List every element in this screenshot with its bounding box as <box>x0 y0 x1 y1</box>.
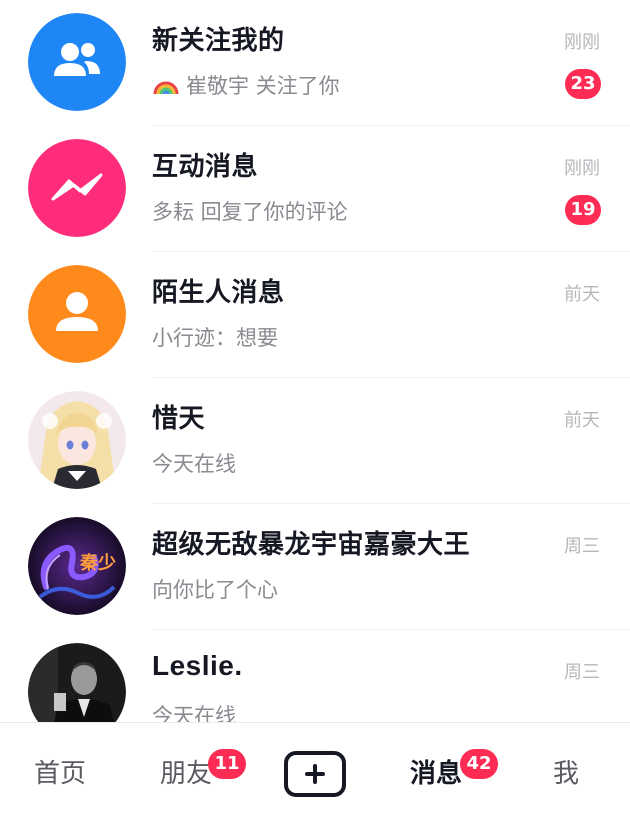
tab-home[interactable]: 首页 <box>34 753 86 790</box>
conversation-time: 刚刚 <box>564 32 600 53</box>
interactions-avatar <box>28 139 126 237</box>
friends-badge: 11 <box>208 749 246 779</box>
bottom-tab-bar: 首页 朋友 11 消息 42 我 <box>0 722 630 839</box>
user-avatar[interactable]: 秦少 <box>28 517 126 615</box>
tab-me[interactable]: 我 <box>553 753 579 790</box>
conversation-time: 刚刚 <box>564 158 600 179</box>
preview-text: 崔敬宇 关注了你 <box>186 74 340 98</box>
conversation-preview: 多耘 回复了你的评论 <box>152 200 348 224</box>
conversation-stranger-messages[interactable]: 陌生人消息 小行迹：想要 前天 <box>0 252 630 378</box>
dragon-avatar-icon: 秦少 <box>28 517 126 615</box>
person-icon <box>28 265 126 363</box>
photo-avatar-icon <box>28 643 126 722</box>
conversation-new-followers[interactable]: 新关注我的 崔敬宇 关注了你 刚刚 23 <box>0 0 630 126</box>
conversation-leslie[interactable]: Leslie. 今天在线 周三 <box>0 630 630 722</box>
conversation-preview: 今天在线 <box>152 452 236 476</box>
conversation-title: 超级无敌暴龙宇宙嘉豪大王 <box>152 530 471 560</box>
conversation-preview: 向你比了个心 <box>152 578 278 602</box>
new-followers-avatar <box>28 13 126 111</box>
users-icon <box>28 13 126 111</box>
conversation-time: 周三 <box>564 536 600 557</box>
conversation-time: 前天 <box>564 410 600 431</box>
tab-friends[interactable]: 朋友 <box>160 753 212 790</box>
conversation-title: 互动消息 <box>152 152 259 182</box>
user-avatar[interactable] <box>28 391 126 489</box>
conversation-interactions[interactable]: 互动消息 多耘 回复了你的评论 刚刚 19 <box>0 126 630 252</box>
conversation-time: 前天 <box>564 284 600 305</box>
conversation-title: Leslie. <box>152 650 243 681</box>
unread-badge: 23 <box>565 69 601 99</box>
conversation-time: 周三 <box>564 662 600 683</box>
conversation-preview: 小行迹：想要 <box>152 326 278 350</box>
conversation-xitian[interactable]: 惜天 今天在线 前天 <box>0 378 630 504</box>
svg-text:秦少: 秦少 <box>79 552 116 574</box>
unread-badge: 19 <box>565 195 601 225</box>
message-list: 新关注我的 崔敬宇 关注了你 刚刚 23 互动消息 多耘 回复了你的评论 刚刚 … <box>0 0 630 722</box>
conversation-preview: 今天在线 <box>152 704 236 722</box>
messages-badge: 42 <box>460 749 498 779</box>
stranger-avatar <box>28 265 126 363</box>
conversation-dragon-king[interactable]: 秦少 超级无敌暴龙宇宙嘉豪大王 向你比了个心 周三 <box>0 504 630 630</box>
anime-avatar-icon <box>28 391 126 489</box>
tab-messages[interactable]: 消息 <box>410 753 462 790</box>
publish-button[interactable] <box>284 751 346 797</box>
conversation-title: 陌生人消息 <box>152 278 285 308</box>
conversation-title: 惜天 <box>152 404 206 434</box>
user-avatar[interactable] <box>28 643 126 722</box>
rainbow-emoji-icon <box>152 74 180 96</box>
interaction-icon <box>28 139 126 237</box>
conversation-preview: 崔敬宇 关注了你 <box>152 70 340 100</box>
conversation-title: 新关注我的 <box>152 26 285 56</box>
